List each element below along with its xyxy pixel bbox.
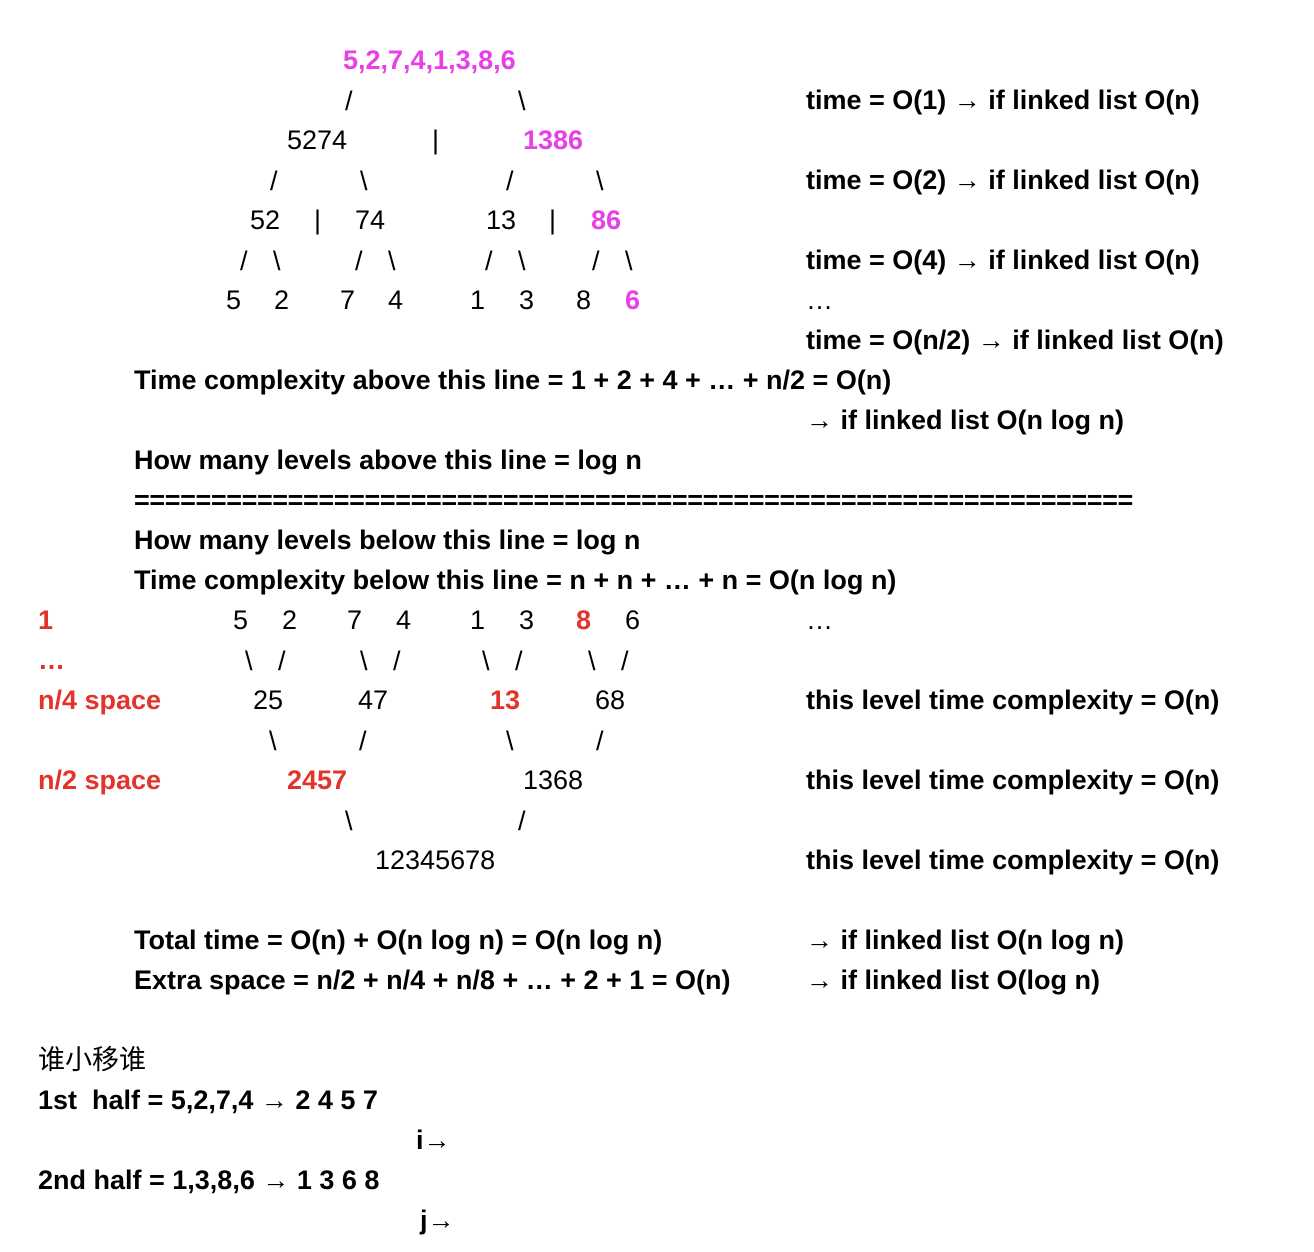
edge-backslash: \ (269, 726, 277, 756)
split-node-right: 1386 (523, 125, 584, 155)
space-label: 1 (38, 605, 54, 635)
merge-node: 25 (253, 685, 284, 715)
below-levels: How many levels below this line = log n (134, 525, 641, 555)
edge-slash: / (345, 86, 353, 116)
edge-slash: / (270, 166, 278, 196)
edge-backslash: \ (482, 646, 490, 676)
time-note: time = O(2) → if linked list O(n) (806, 165, 1200, 195)
edge-slash: / (485, 246, 493, 276)
root-array: 5,2,7,4,1,3,8,6 (343, 45, 516, 75)
first-half: 1st half = 5,2,7,4 → 2 4 5 7 (38, 1085, 378, 1115)
edge-slash: / (506, 166, 514, 196)
edge-backslash: \ (360, 646, 368, 676)
leaf: 8 (576, 285, 592, 315)
edge-slash: / (596, 726, 604, 756)
edge-slash: / (592, 246, 600, 276)
above-linked-note: → if linked list O(n log n) (806, 405, 1124, 435)
merge-leaf: 7 (347, 605, 363, 635)
below-time-complexity: Time complexity below this line = n + n … (134, 565, 897, 595)
edge-backslash: \ (518, 86, 526, 116)
split-node-highlight: 86 (591, 205, 622, 235)
merge-node: 1368 (523, 765, 584, 795)
merge-leaf: 2 (282, 605, 298, 635)
edge-slash: / (240, 246, 248, 276)
i-pointer: i→ (416, 1125, 451, 1155)
merge-node-highlight: 13 (490, 685, 521, 715)
merge-node: 68 (595, 685, 626, 715)
merge-leaf: 1 (470, 605, 486, 635)
edge-backslash: \ (273, 246, 281, 276)
space-label: n/4 space (38, 685, 162, 715)
merge-leaf: 3 (519, 605, 535, 635)
edge-slash: / (355, 246, 363, 276)
edge-backslash: \ (360, 166, 368, 196)
split-node: 52 (250, 205, 281, 235)
extra-space: Extra space = n/2 + n/4 + n/8 + … + 2 + … (134, 965, 731, 995)
edge-slash: / (278, 646, 286, 676)
edge-backslash: \ (625, 246, 633, 276)
edge-backslash: \ (588, 646, 596, 676)
leaf-highlight: 6 (625, 285, 641, 315)
space-label: n/2 space (38, 765, 162, 795)
separator-line: ========================================… (134, 485, 1133, 515)
leaf: 2 (274, 285, 290, 315)
merge-node: 47 (358, 685, 389, 715)
extra-space-linked: → if linked list O(log n) (806, 965, 1100, 995)
edge-backslash: \ (345, 806, 353, 836)
edge-backslash: \ (388, 246, 396, 276)
above-time-complexity: Time complexity above this line = 1 + 2 … (134, 365, 892, 395)
edge-backslash: \ (596, 166, 604, 196)
level-note: this level time complexity = O(n) (806, 685, 1220, 715)
edge-slash: / (518, 806, 526, 836)
level-note: this level time complexity = O(n) (806, 845, 1220, 875)
leaf: 1 (470, 285, 486, 315)
time-note-ellipsis: … (806, 285, 833, 315)
j-pointer: j→ (420, 1205, 455, 1235)
level-note: this level time complexity = O(n) (806, 765, 1220, 795)
split-divider: | (549, 205, 557, 235)
leaf: 4 (388, 285, 404, 315)
merge-leaf-highlight: 8 (576, 605, 592, 635)
time-note: time = O(4) → if linked list O(n) (806, 245, 1200, 275)
split-node: 13 (486, 205, 517, 235)
merge-ellipsis: … (806, 605, 833, 635)
merged-result: 12345678 (375, 845, 496, 875)
total-time-linked: → if linked list O(n log n) (806, 925, 1124, 955)
second-half: 2nd half = 1,3,8,6 → 1 3 6 8 (38, 1165, 380, 1195)
split-node-left: 5274 (287, 125, 348, 155)
edge-slash: / (359, 726, 367, 756)
leaf: 5 (226, 285, 242, 315)
leaf: 7 (340, 285, 356, 315)
time-note: time = O(n/2) → if linked list O(n) (806, 325, 1224, 355)
edge-slash: / (515, 646, 523, 676)
split-divider: | (432, 125, 440, 155)
merge-node-highlight: 2457 (287, 765, 348, 795)
total-time: Total time = O(n) + O(n log n) = O(n log… (134, 925, 663, 955)
merge-leaf: 4 (396, 605, 412, 635)
edge-backslash: \ (518, 246, 526, 276)
merge-leaf: 5 (233, 605, 249, 635)
split-divider: | (314, 205, 322, 235)
edge-slash: / (621, 646, 629, 676)
time-note: time = O(1) → if linked list O(n) (806, 85, 1200, 115)
split-node: 74 (355, 205, 386, 235)
leaf: 3 (519, 285, 535, 315)
merge-heading: 谁小移谁 (38, 1045, 146, 1075)
above-levels: How many levels above this line = log n (134, 445, 642, 475)
edge-backslash: \ (506, 726, 514, 756)
space-label-ellipsis: … (38, 645, 65, 675)
edge-backslash: \ (245, 646, 253, 676)
edge-slash: / (393, 646, 401, 676)
merge-leaf: 6 (625, 605, 641, 635)
